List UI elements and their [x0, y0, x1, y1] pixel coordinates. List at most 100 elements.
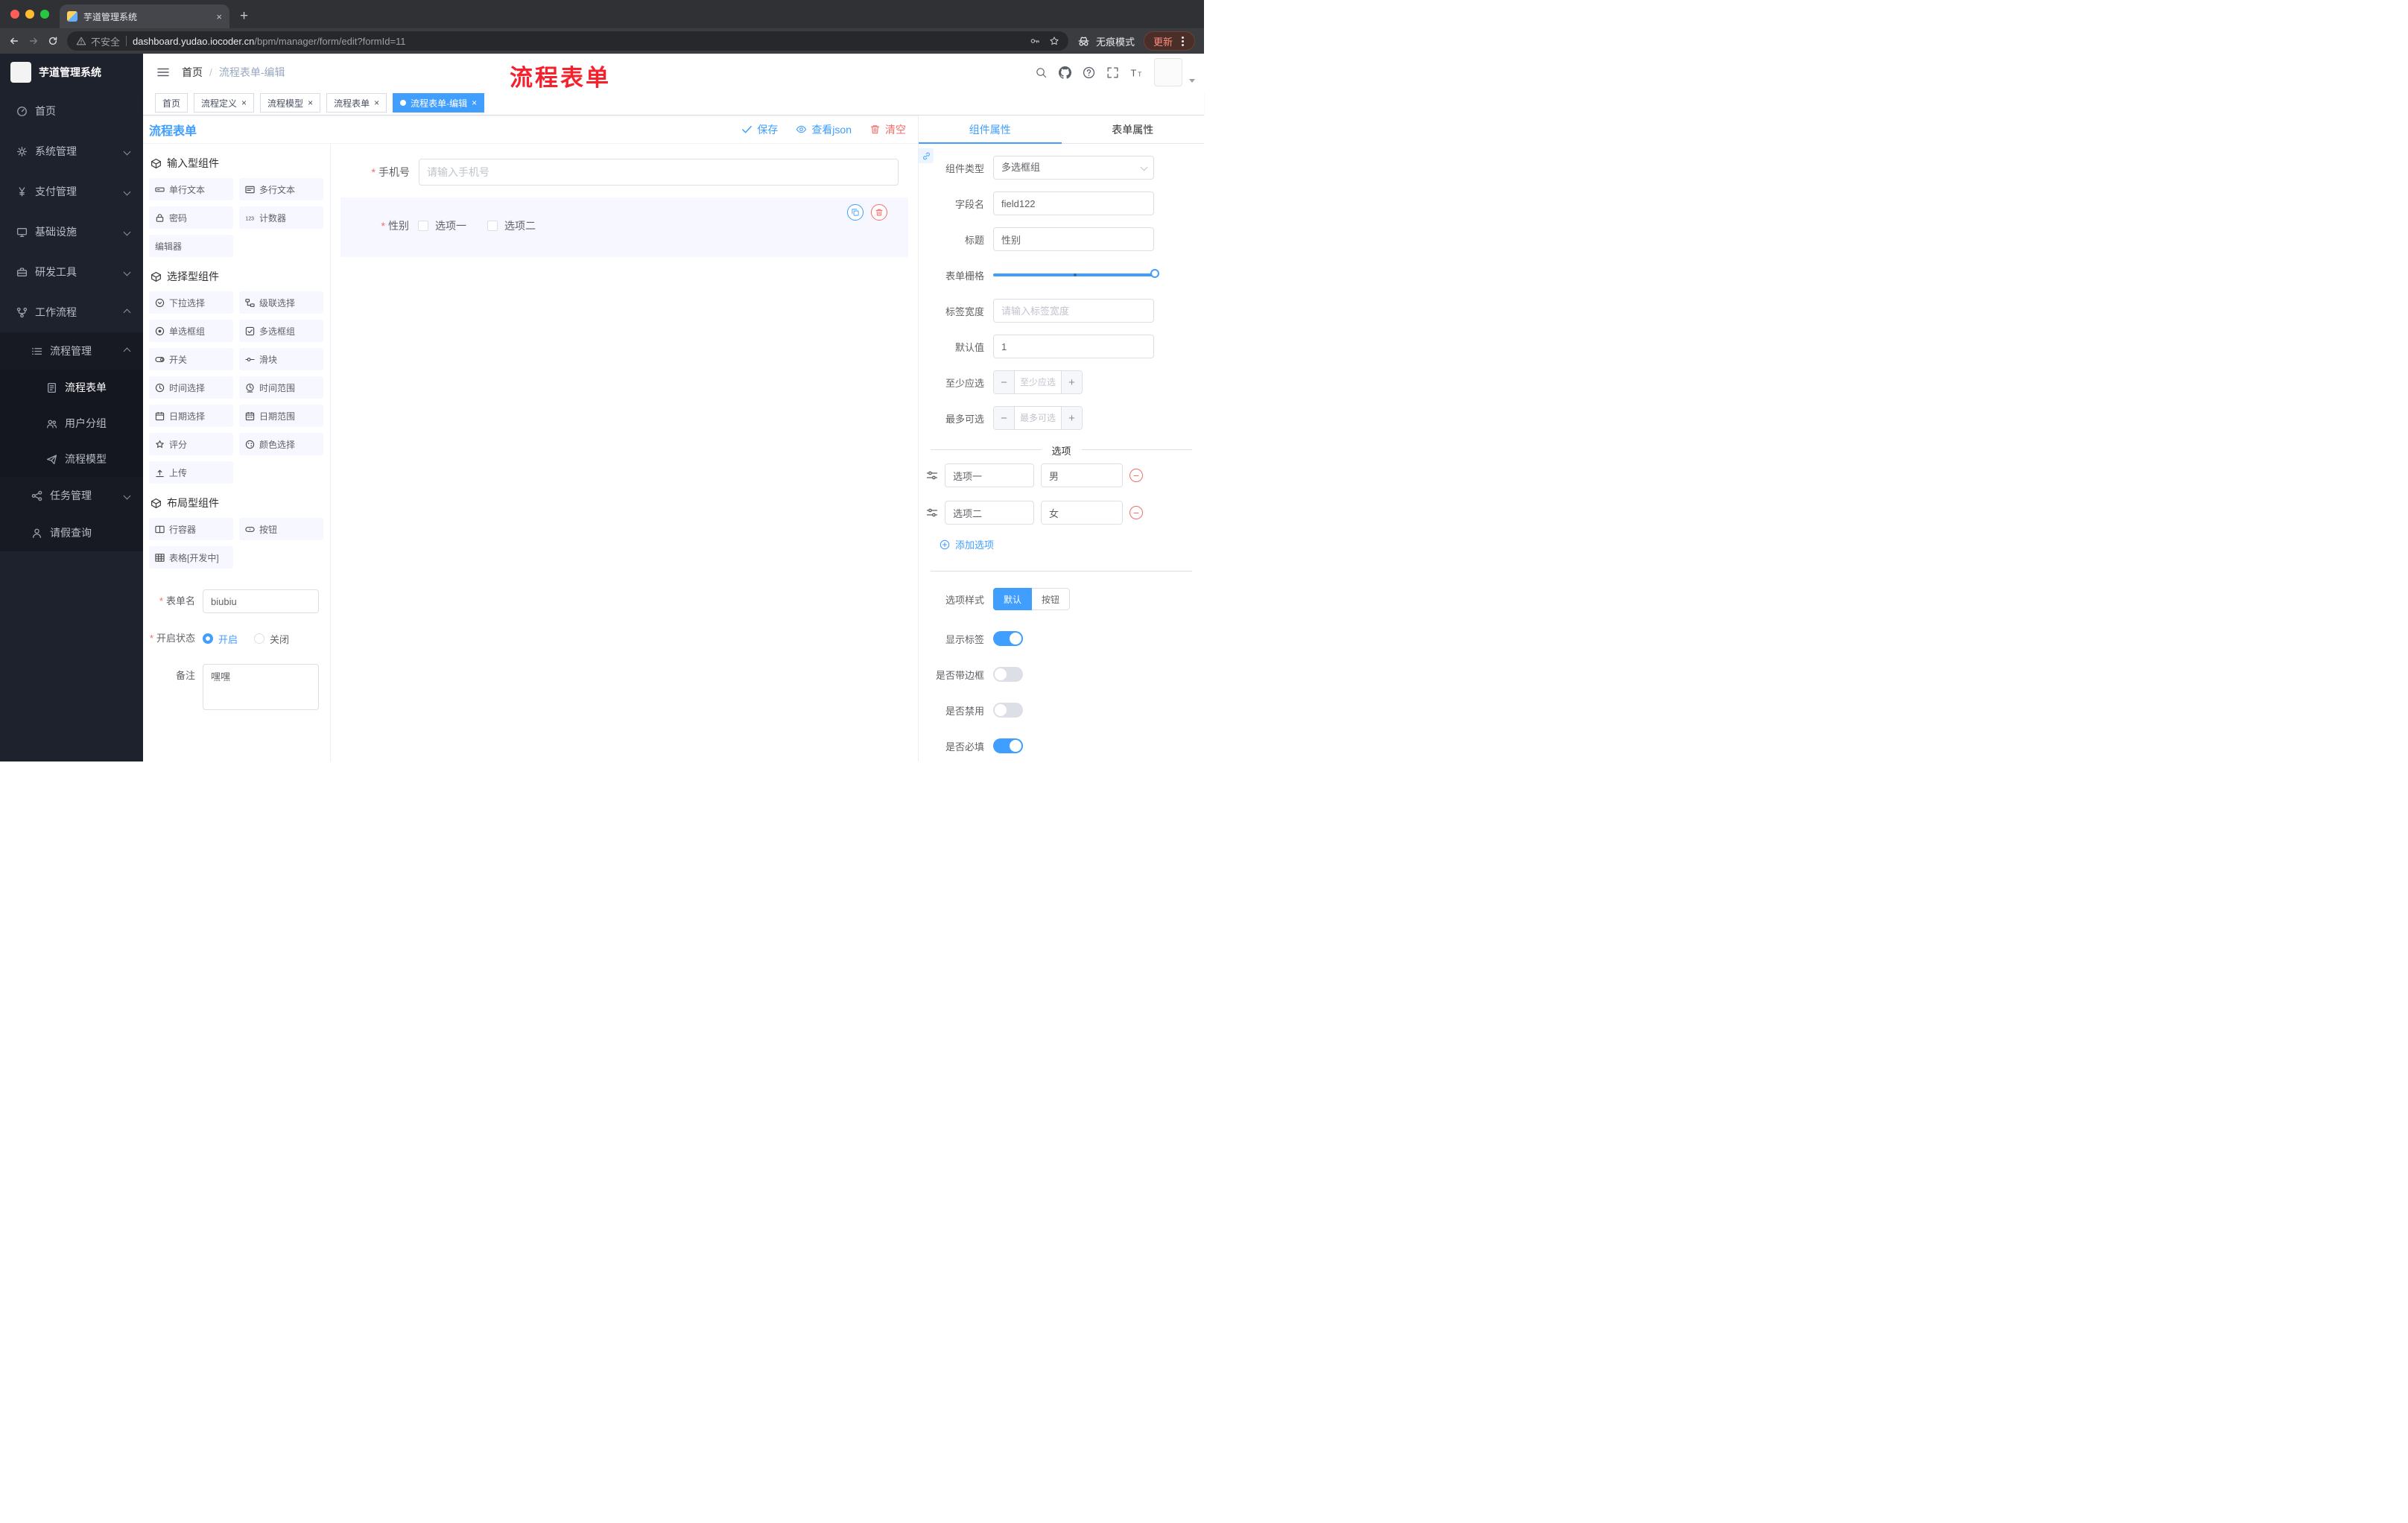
disabled-toggle[interactable]	[993, 703, 1023, 718]
component-item-row-container[interactable]: 行容器	[149, 518, 233, 540]
drawer-link-button[interactable]	[919, 148, 934, 163]
breadcrumb-home[interactable]: 首页	[182, 65, 203, 80]
component-item-slider[interactable]: 滑块	[239, 348, 323, 370]
decrease-button[interactable]	[994, 371, 1015, 393]
tab-close-icon[interactable]	[216, 12, 222, 22]
tag-process-definition[interactable]: 流程定义	[194, 93, 255, 113]
required-toggle[interactable]	[993, 738, 1023, 753]
component-item-upload[interactable]: 上传	[149, 461, 233, 484]
component-item-time-range[interactable]: 时间范围	[239, 376, 323, 399]
tab-component-props[interactable]: 组件属性	[919, 115, 1062, 144]
sidebar-item-system[interactable]: 系统管理	[0, 131, 143, 171]
tag-process-form-edit[interactable]: 流程表单-编辑	[393, 93, 485, 113]
gender-option-2[interactable]: 选项二	[487, 218, 536, 233]
component-item-color-picker[interactable]: 颜色选择	[239, 433, 323, 455]
close-icon[interactable]	[241, 98, 247, 107]
component-item-counter[interactable]: 123 计数器	[239, 206, 323, 229]
status-radio-off[interactable]: 关闭	[254, 632, 289, 646]
component-item-password[interactable]: 密码	[149, 206, 233, 229]
min-select-input[interactable]	[1015, 371, 1061, 393]
sidebar-item-home[interactable]: 首页	[0, 91, 143, 131]
option-value-input[interactable]	[1041, 501, 1123, 525]
status-radio-on[interactable]: 开启	[203, 632, 238, 646]
caret-down-icon[interactable]	[1189, 78, 1195, 83]
title-input[interactable]	[993, 227, 1154, 251]
tag-process-form[interactable]: 流程表单	[326, 93, 387, 113]
sidebar-item-process-form[interactable]: 流程表单	[0, 370, 143, 405]
reload-button[interactable]	[48, 36, 58, 46]
close-icon[interactable]	[308, 98, 313, 107]
component-item-checkbox-group[interactable]: 多选框组	[239, 320, 323, 342]
field-name-input[interactable]	[993, 191, 1154, 215]
slider-handle[interactable]	[1150, 269, 1159, 278]
update-button[interactable]: 更新	[1143, 31, 1195, 51]
option-value-input[interactable]	[1041, 463, 1123, 487]
tab-form-props[interactable]: 表单属性	[1062, 115, 1205, 143]
component-item-select[interactable]: 下拉选择	[149, 291, 233, 314]
fullscreen-icon[interactable]	[1106, 66, 1119, 79]
increase-button[interactable]	[1061, 407, 1082, 429]
sidebar-item-leave-query[interactable]: 请假查询	[0, 514, 143, 551]
component-item-textarea[interactable]: 多行文本	[239, 178, 323, 200]
address-bar[interactable]: 不安全 dashboard.yudao.iocoder.cn/bpm/manag…	[67, 31, 1068, 51]
close-icon[interactable]	[374, 98, 379, 107]
copy-field-button[interactable]	[847, 204, 864, 221]
app-logo[interactable]: 芋道管理系统	[0, 54, 143, 91]
option-label-input[interactable]	[945, 463, 1034, 487]
site-security[interactable]: 不安全	[76, 34, 120, 48]
component-item-button[interactable]: 按钮	[239, 518, 323, 540]
component-item-single-text[interactable]: 单行文本	[149, 178, 233, 200]
default-value-input[interactable]	[993, 335, 1154, 358]
grid-slider[interactable]	[993, 269, 1159, 278]
browser-tab[interactable]: 芋道管理系统	[60, 4, 229, 28]
component-item-switch[interactable]: 开关	[149, 348, 233, 370]
sidebar-item-task-management[interactable]: 任务管理	[0, 477, 143, 514]
sidebar-collapse-button[interactable]	[143, 66, 182, 79]
checkbox-icon[interactable]	[487, 221, 498, 231]
sidebar-item-user-group[interactable]: 用户分组	[0, 405, 143, 441]
password-key-icon[interactable]	[1030, 36, 1040, 46]
remove-option-button[interactable]	[1129, 506, 1143, 519]
increase-button[interactable]	[1061, 371, 1082, 393]
remark-textarea[interactable]: 嘿嘿	[203, 664, 319, 710]
component-item-rate[interactable]: 评分	[149, 433, 233, 455]
search-icon[interactable]	[1035, 66, 1048, 79]
bookmark-star-icon[interactable]	[1049, 36, 1059, 46]
show-label-toggle[interactable]	[993, 631, 1023, 646]
add-option-button[interactable]: 添加选项	[940, 537, 1204, 551]
sidebar-item-process-model[interactable]: 流程模型	[0, 441, 143, 477]
back-button[interactable]	[9, 36, 19, 46]
avatar[interactable]	[1154, 58, 1182, 86]
component-item-date-picker[interactable]: 日期选择	[149, 405, 233, 427]
help-icon[interactable]	[1083, 66, 1095, 79]
browser-menu-icon[interactable]	[1182, 39, 1184, 42]
save-button[interactable]: 保存	[741, 122, 778, 137]
option-style-button[interactable]: 按钮	[1032, 588, 1071, 610]
close-icon[interactable]	[472, 98, 477, 107]
sidebar-item-infrastructure[interactable]: 基础设施	[0, 212, 143, 252]
tag-process-model[interactable]: 流程模型	[260, 93, 321, 113]
checkbox-icon[interactable]	[418, 221, 428, 231]
view-json-button[interactable]: 查看json	[796, 122, 852, 137]
component-item-date-range[interactable]: 日期范围	[239, 405, 323, 427]
sidebar-item-process-management[interactable]: 流程管理	[0, 332, 143, 370]
phone-input[interactable]	[419, 159, 899, 186]
new-tab-button[interactable]	[240, 9, 248, 23]
component-type-select[interactable]: 多选框组	[993, 156, 1154, 180]
component-item-time-picker[interactable]: 时间选择	[149, 376, 233, 399]
close-window-button[interactable]	[10, 10, 19, 19]
option-label-input[interactable]	[945, 501, 1034, 525]
drag-handle-icon[interactable]	[926, 507, 938, 519]
clear-button[interactable]: 清空	[869, 122, 906, 137]
sidebar-item-devtools[interactable]: 研发工具	[0, 252, 143, 292]
max-select-input[interactable]	[1015, 407, 1061, 429]
option-style-default[interactable]: 默认	[993, 588, 1033, 610]
form-name-input[interactable]	[203, 589, 319, 613]
font-size-icon[interactable]: TT	[1130, 66, 1143, 79]
minimize-window-button[interactable]	[25, 10, 34, 19]
forward-button[interactable]	[28, 36, 39, 46]
canvas-field-gender-selected[interactable]: 性别 选项一 选项二	[340, 197, 908, 257]
zoom-window-button[interactable]	[40, 10, 49, 19]
gender-option-1[interactable]: 选项一	[418, 218, 466, 233]
canvas-field-phone[interactable]: 手机号	[341, 159, 899, 186]
